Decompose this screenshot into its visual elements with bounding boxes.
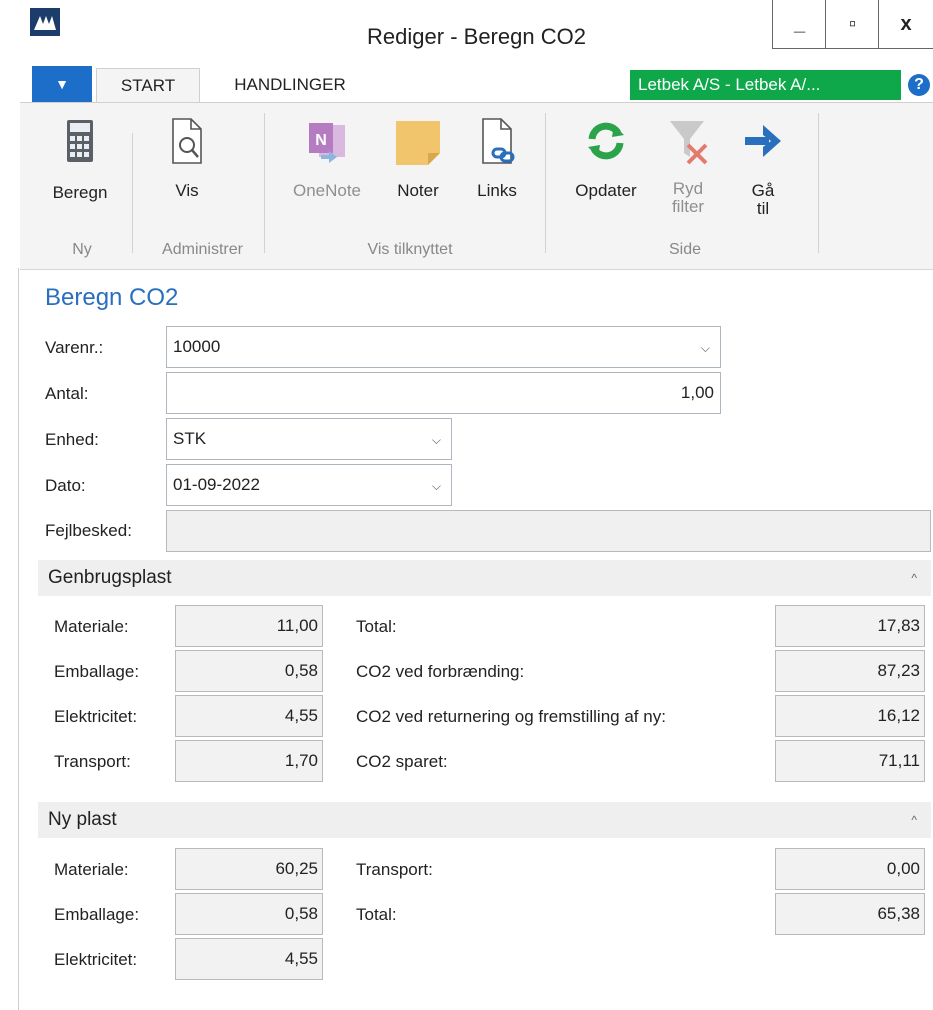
enhed-value: STK	[173, 429, 207, 448]
chevron-down-icon[interactable]: ⌵	[701, 341, 710, 356]
enhed-field[interactable]: STK ⌵	[166, 418, 452, 460]
beregn-button[interactable]: Beregn	[42, 119, 118, 202]
ribbon-separator	[132, 133, 133, 253]
gb-sparet-label: CO2 sparet:	[356, 752, 448, 771]
varenr-label: Varenr.:	[45, 338, 104, 357]
antal-value: 1,00	[680, 383, 714, 402]
ribbon-tabs: ▼ START HANDLINGER Letbek A/S - Letbek A…	[20, 60, 933, 103]
arrow-right-icon	[745, 125, 781, 157]
fasttab-genbrugsplast[interactable]: Genbrugsplast ^	[38, 560, 931, 596]
close-button[interactable]: x	[878, 0, 933, 49]
ribbon: Beregn Ny Vis Administrer N OneNote Note…	[20, 102, 933, 270]
chevron-down-icon: ▼	[55, 76, 69, 92]
calculator-icon	[67, 120, 93, 162]
genbrugsplast-title: Genbrugsplast	[48, 567, 172, 588]
gb-materiale-label: Materiale:	[54, 617, 129, 636]
gb-forbraending-label: CO2 ved forbrænding:	[356, 662, 525, 681]
dato-value: 01-09-2022	[173, 475, 260, 494]
gaa-til-button[interactable]: Gå til	[728, 119, 798, 218]
gb-total-label: Total:	[356, 617, 397, 636]
gb-emballage-value: 0,58	[175, 650, 323, 692]
chevron-up-icon[interactable]: ^	[911, 571, 917, 585]
gb-materiale-value: 11,00	[175, 605, 323, 647]
help-icon[interactable]: ?	[908, 74, 930, 96]
links-button[interactable]: Links	[460, 117, 534, 200]
np-elektricitet-value: 4,55	[175, 938, 323, 980]
title-bar: Rediger - Beregn CO2 _ ▫ x	[20, 0, 933, 61]
beregn-label: Beregn	[52, 183, 108, 202]
np-total-value: 65,38	[775, 893, 925, 935]
page-title: Beregn CO2	[45, 284, 179, 311]
left-border	[18, 268, 19, 1010]
gb-total-value: 17,83	[775, 605, 925, 647]
document-search-icon	[172, 118, 202, 164]
group-ny: Ny	[72, 241, 92, 258]
enhed-label: Enhed:	[45, 430, 99, 449]
chevron-up-icon[interactable]: ^	[911, 813, 917, 827]
refresh-icon	[588, 122, 624, 160]
minimize-button[interactable]: _	[772, 0, 826, 49]
chevron-down-icon[interactable]: ⌵	[432, 433, 441, 448]
onenote-button[interactable]: N OneNote	[282, 119, 372, 200]
varenr-field[interactable]: 10000 ⌵	[166, 326, 721, 368]
link-document-icon	[482, 118, 515, 164]
maximize-button[interactable]: ▫	[825, 0, 879, 49]
app-menu-button[interactable]: ▼	[32, 66, 92, 102]
svg-text:N: N	[315, 132, 327, 149]
np-materiale-label: Materiale:	[54, 860, 129, 879]
np-emballage-label: Emballage:	[54, 905, 140, 924]
tab-handlinger[interactable]: HANDLINGER	[215, 68, 365, 102]
gb-transport-value: 1,70	[175, 740, 323, 782]
clear-filter-icon	[670, 121, 708, 165]
ribbon-separator	[818, 113, 819, 253]
noter-button[interactable]: Noter	[380, 119, 456, 200]
antal-field[interactable]: 1,00	[166, 372, 721, 414]
ribbon-separator	[264, 113, 265, 253]
tab-start[interactable]: START	[96, 68, 200, 103]
ribbon-separator	[545, 113, 546, 253]
group-side: Side	[668, 241, 702, 258]
group-administrer: Administrer	[162, 241, 243, 258]
fasttab-ny-plast[interactable]: Ny plast ^	[38, 802, 931, 838]
np-transport-value: 0,00	[775, 848, 925, 890]
varenr-value: 10000	[173, 337, 221, 356]
gb-returnering-value: 16,12	[775, 695, 925, 737]
vis-button[interactable]: Vis	[152, 117, 222, 200]
note-icon	[396, 121, 440, 165]
noter-label: Noter	[397, 181, 439, 200]
np-transport-label: Transport:	[356, 860, 433, 879]
ryd-filter-button[interactable]: Ryd filter	[658, 117, 718, 216]
ryd-label-1: Ryd	[672, 179, 704, 198]
np-emballage-value: 0,58	[175, 893, 323, 935]
np-materiale-value: 60,25	[175, 848, 323, 890]
antal-label: Antal:	[45, 384, 89, 403]
company-badge[interactable]: Letbek A/S - Letbek A/...	[630, 70, 901, 100]
chevron-down-icon[interactable]: ⌵	[432, 479, 441, 494]
dato-label: Dato:	[45, 476, 86, 495]
group-vis-tilknyttet: Vis tilknyttet	[367, 241, 453, 258]
gb-transport-label: Transport:	[54, 752, 131, 771]
gb-sparet-value: 71,11	[775, 740, 925, 782]
ny-plast-title: Ny plast	[48, 809, 117, 830]
fejlbesked-field	[166, 510, 931, 552]
ryd-label-2: filter	[671, 197, 705, 216]
np-elektricitet-label: Elektricitet:	[54, 950, 138, 969]
vis-label: Vis	[175, 181, 199, 200]
links-label: Links	[477, 181, 517, 200]
gb-elektricitet-label: Elektricitet:	[54, 707, 138, 726]
onenote-label: OneNote	[292, 181, 362, 200]
onenote-icon: N	[309, 123, 345, 163]
opdater-button[interactable]: Opdater	[560, 119, 652, 200]
dato-field[interactable]: 01-09-2022 ⌵	[166, 464, 452, 506]
gb-forbraending-value: 87,23	[775, 650, 925, 692]
fejlbesked-label: Fejlbesked:	[45, 521, 132, 540]
gb-emballage-label: Emballage:	[54, 662, 140, 681]
gaa-label-1: Gå	[751, 181, 775, 200]
gaa-label-2: til	[756, 199, 770, 218]
opdater-label: Opdater	[575, 181, 637, 200]
np-total-label: Total:	[356, 905, 397, 924]
gb-elektricitet-value: 4,55	[175, 695, 323, 737]
gb-returnering-label: CO2 ved returnering og fremstilling af n…	[356, 707, 666, 726]
